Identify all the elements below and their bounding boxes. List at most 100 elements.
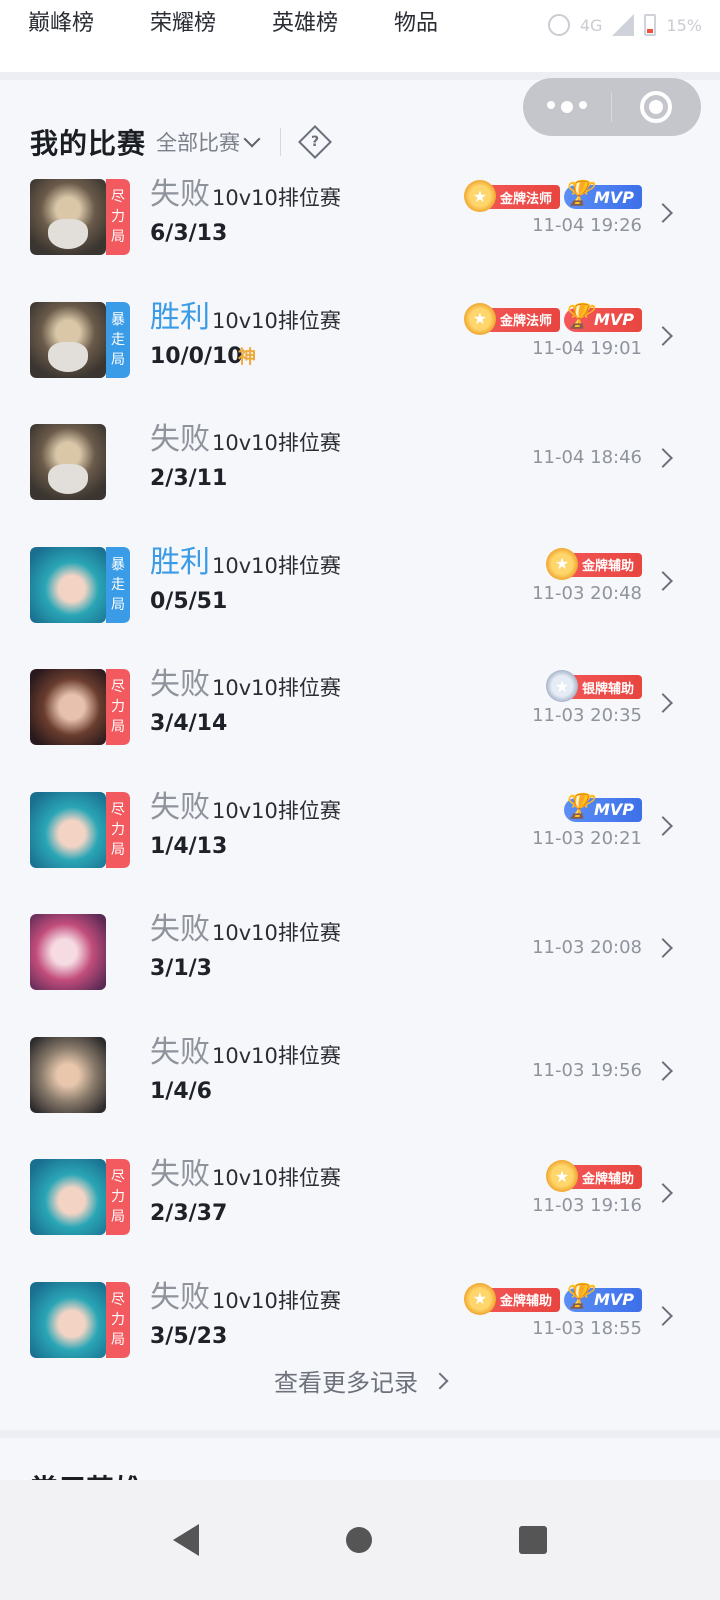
match-tag-char: 尽: [111, 1169, 125, 1185]
mvp-badge: 🏆 MVP: [563, 179, 642, 209]
zeus-hero-icon: [30, 301, 106, 378]
hero-avatar: 尽力局: [30, 791, 130, 868]
hero-avatar: 尽力局: [30, 179, 130, 255]
medal-icon: ★: [463, 302, 496, 335]
dot-icon: [561, 101, 573, 113]
match-time: 11-04 19:26: [532, 215, 642, 236]
back-icon[interactable]: [173, 1524, 200, 1556]
match-kda: 1/4/13: [150, 833, 228, 859]
recent-apps-icon[interactable]: [518, 1526, 547, 1554]
trophy-icon: 🏆: [563, 301, 593, 330]
match-tag: 暴走局: [106, 301, 130, 378]
match-tag-char: 力: [111, 1189, 125, 1205]
match-kda: 3/5/23: [150, 1323, 228, 1349]
target-icon: [640, 91, 672, 123]
chevron-right-icon: [653, 325, 673, 346]
mermaid-hero-icon: [30, 791, 106, 868]
match-tag-char: 力: [111, 1311, 125, 1328]
match-row[interactable]: 失败 10v10排位赛 3/1/3 11-03 20:08: [0, 908, 720, 1031]
tab-items[interactable]: 物品: [394, 8, 438, 40]
medal-badge: ★ 金牌辅助: [463, 1282, 560, 1315]
match-mode: 10v10排位赛: [212, 921, 341, 945]
help-icon[interactable]: ?: [298, 125, 332, 159]
match-row[interactable]: 失败 10v10排位赛 2/3/11 11-04 18:46: [0, 418, 720, 541]
divider: [280, 128, 282, 156]
view-more-records-link[interactable]: 查看更多记录: [0, 1363, 720, 1398]
match-row[interactable]: 暴走局 胜利 10v10排位赛 10/0/10 神 ★ 金牌法师 🏆 MVP 11-0…: [0, 296, 720, 419]
match-tag-char: 局: [111, 229, 125, 245]
medal-icon: ★: [463, 1282, 496, 1315]
match-mode: 10v10排位赛: [212, 798, 341, 823]
match-row[interactable]: 尽力局 失败 10v10排位赛 6/3/13 ★ 金牌法师 🏆 MVP 11-04 1…: [0, 173, 720, 296]
match-kda: 2/3/11: [150, 466, 228, 491]
badge-label: 金牌辅助: [499, 1294, 552, 1309]
match-row[interactable]: 尽力局 失败 10v10排位赛 1/4/13 🏆 MVP 11-03 20:21: [0, 786, 720, 909]
medal-icon: ★: [463, 180, 496, 212]
match-row[interactable]: 暴走局 胜利 10v10排位赛 0/5/51 ★ 金牌辅助 11-03 20:48: [0, 541, 720, 664]
badge-label: MVP: [593, 800, 634, 819]
mvp-badge: 🏆 MVP: [563, 1282, 642, 1312]
match-badges: ★ 金牌法师 🏆 MVP: [463, 302, 642, 335]
close-miniprogram-button[interactable]: [612, 91, 700, 123]
match-kda: 6/3/13: [150, 221, 228, 246]
match-badges: ★ 金牌辅助: [545, 1160, 642, 1192]
match-mode: 10v10排位赛: [212, 553, 341, 578]
match-row[interactable]: 失败 10v10排位赛 1/4/6 11-03 19:56: [0, 1031, 720, 1154]
badge-label: MVP: [593, 187, 634, 207]
chevron-right-icon: [653, 1305, 673, 1326]
match-time: 11-03 20:21: [532, 827, 642, 849]
match-kda: 0/5/51: [150, 588, 228, 614]
hero-avatar: 尽力局: [30, 669, 130, 745]
match-tag: 暴走局: [106, 546, 130, 623]
chevron-right-icon: [653, 1060, 673, 1081]
match-time: 11-03 20:48: [532, 582, 642, 604]
chevron-right-icon: [653, 1183, 673, 1203]
system-navigation-bar: [0, 1480, 720, 1600]
tab-glory-rank[interactable]: 荣耀榜: [150, 8, 216, 40]
match-result: 胜利: [150, 299, 210, 335]
tab-peak-rank[interactable]: 巅峰榜: [28, 8, 94, 40]
more-options-button[interactable]: [523, 101, 611, 113]
chevron-right-icon: [431, 1372, 449, 1389]
match-filter-dropdown[interactable]: 全部比赛: [156, 127, 261, 157]
match-mode: 10v10排位赛: [212, 1166, 341, 1190]
home-icon[interactable]: [345, 1527, 372, 1553]
match-row[interactable]: 尽力局 失败 10v10排位赛 3/4/14 ★ 银牌辅助 11-03 20:35: [0, 663, 720, 786]
medal-icon: ★: [545, 670, 578, 702]
leaderboard-tabs: 巅峰榜 荣耀榜 英雄榜 物品: [28, 8, 494, 40]
miniprogram-capsule: [523, 78, 701, 136]
badge-label: MVP: [593, 1290, 634, 1309]
match-row[interactable]: 尽力局 失败 10v10排位赛 2/3/37 ★ 金牌辅助 11-03 19:16: [0, 1153, 720, 1276]
match-tag-char: 局: [111, 719, 125, 735]
match-mode: 10v10排位赛: [212, 676, 341, 700]
match-tag-char: 局: [111, 1209, 125, 1225]
mermaid-hero-icon: [30, 1281, 106, 1358]
top-tab-bar: 巅峰榜 荣耀榜 英雄榜 物品 4G 15%: [0, 0, 720, 72]
match-tag-char: 局: [111, 351, 125, 368]
mermaid-hero-icon: [30, 546, 106, 623]
match-tag-char: 走: [111, 331, 125, 348]
match-list: 尽力局 失败 10v10排位赛 6/3/13 ★ 金牌法师 🏆 MVP 11-04 1…: [0, 173, 720, 1398]
chevron-down-icon: [243, 130, 261, 148]
hero-avatar: 暴走局: [30, 546, 130, 623]
chevron-right-icon: [653, 693, 673, 713]
medal-icon: ★: [545, 547, 578, 580]
godlike-badge: 神: [238, 346, 256, 368]
match-kda: 2/3/37: [150, 1201, 228, 1226]
medal-badge: ★ 金牌辅助: [545, 1160, 642, 1192]
dnd-icon: [547, 14, 570, 36]
match-tag-char: 暴: [111, 556, 125, 573]
match-tag-char: 力: [111, 209, 125, 225]
match-result: 失败: [150, 1279, 210, 1315]
match-tag-char: 走: [111, 576, 125, 593]
match-tag: 尽力局: [106, 791, 130, 868]
match-result: 失败: [150, 789, 210, 825]
match-tag: 尽力局: [106, 1159, 130, 1235]
tab-hero-rank[interactable]: 英雄榜: [272, 8, 338, 40]
match-mode: 10v10排位赛: [212, 186, 341, 210]
match-tag-char: 力: [111, 821, 125, 838]
chevron-right-icon: [653, 570, 673, 591]
match-tag-char: 暴: [111, 311, 125, 328]
match-tag-char: 尽: [111, 801, 125, 818]
match-tag-char: 局: [111, 841, 125, 858]
